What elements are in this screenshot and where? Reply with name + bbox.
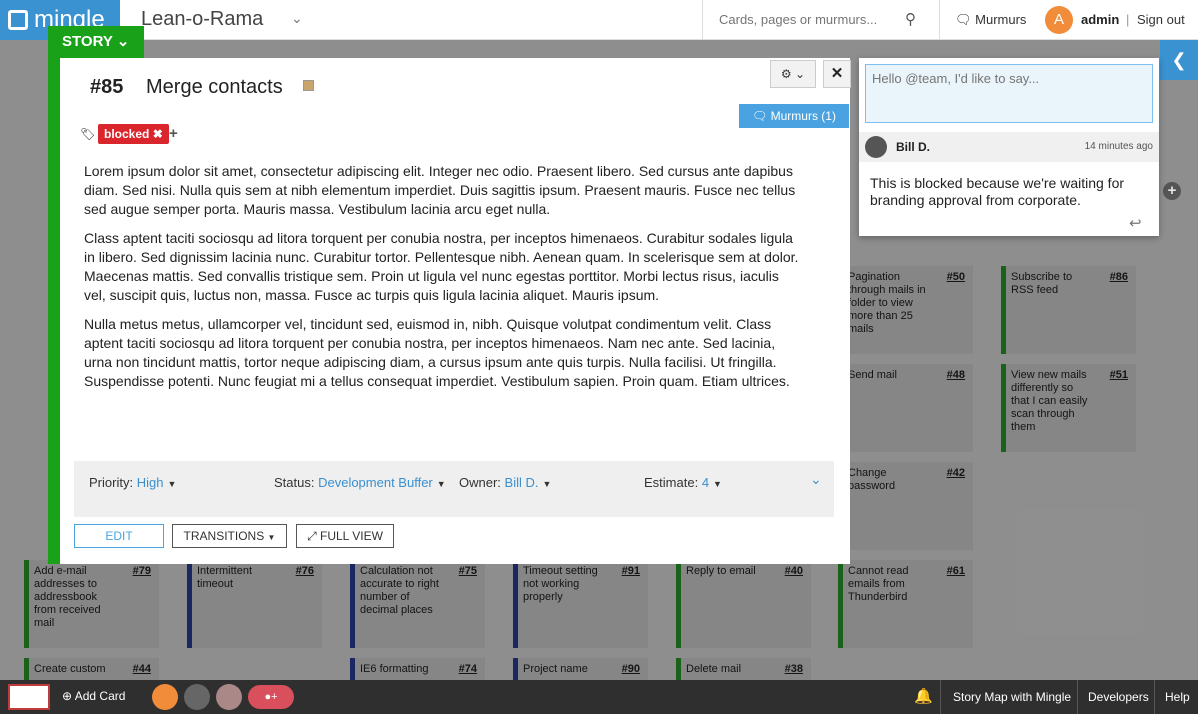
estimate-value[interactable]: 4 xyxy=(702,475,709,490)
avatar[interactable]: A xyxy=(1045,6,1073,34)
add-column-icon[interactable]: + xyxy=(1163,182,1181,200)
team-button-label: + xyxy=(271,691,278,703)
help-link[interactable]: Help xyxy=(1154,680,1198,714)
status-label: Status: xyxy=(274,475,315,490)
avatar[interactable] xyxy=(152,684,178,710)
caret-down-icon[interactable]: ▼ xyxy=(542,479,551,489)
murmurs-link[interactable]: 🗨 Murmurs xyxy=(955,12,1026,28)
chevron-down-icon: ⌄ xyxy=(116,33,130,50)
close-button[interactable]: ✕ xyxy=(823,60,851,88)
murmurs-label: Murmurs xyxy=(975,12,1027,27)
story-popup: #85 Merge contacts ⚙ ⌄ ✕ 🗨 Murmurs (1) 🏷… xyxy=(48,58,851,564)
add-card-label: Add Card xyxy=(74,689,126,703)
priority-value[interactable]: High xyxy=(137,475,164,490)
project-name[interactable]: Lean-o-Rama xyxy=(141,8,263,31)
murmur-header: Bill D. 14 minutes ago xyxy=(859,132,1159,162)
estimate-label: Estimate: xyxy=(644,475,699,490)
caret-down-icon[interactable]: ▼ xyxy=(167,479,176,489)
full-view-label: FULL VIEW xyxy=(320,529,383,543)
chevron-left-icon[interactable]: ❮ xyxy=(1160,40,1198,80)
chevron-down-icon: ⌄ xyxy=(795,67,806,81)
plus-circle-icon: ⊕ xyxy=(62,689,73,703)
status-property[interactable]: Status: Development Buffer ▼ xyxy=(274,475,446,490)
avatar xyxy=(865,136,887,158)
description-paragraph: Nulla metus metus, ullamcorper vel, tinc… xyxy=(84,316,790,389)
separator: | xyxy=(1126,12,1130,27)
expand-icon[interactable]: ⌄ xyxy=(810,471,822,488)
caret-down-icon: ▼ xyxy=(267,533,276,542)
image-icon xyxy=(303,80,314,91)
owner-value[interactable]: Bill D. xyxy=(505,475,539,490)
murmur-input[interactable] xyxy=(865,64,1153,123)
murmur-time: 14 minutes ago xyxy=(1084,141,1153,152)
avatar[interactable] xyxy=(216,684,242,710)
story-map-link[interactable]: Story Map with Mingle xyxy=(940,680,1083,714)
tag-badge[interactable]: blocked ✖ xyxy=(98,124,169,144)
logo-icon xyxy=(8,10,28,30)
properties-panel: Priority: High ▼ Status: Development Buff… xyxy=(74,461,834,517)
card-type-dropdown[interactable]: STORY ⌄ xyxy=(48,26,144,58)
priority-label: Priority: xyxy=(89,475,134,490)
card-description: Lorem ipsum dolor sit amet, consectetur … xyxy=(84,162,804,401)
bottom-bar: ⊕ Add Card ●+ 🔔 Story Map with Mingle De… xyxy=(0,680,1198,714)
search-box: ⚲ xyxy=(702,0,940,40)
card-color-swatch[interactable] xyxy=(8,684,50,710)
murmur-author: Bill D. xyxy=(896,140,931,154)
status-value[interactable]: Development Buffer xyxy=(318,475,433,490)
username[interactable]: admin xyxy=(1081,12,1119,27)
top-bar: mingle Lean-o-Rama ⌄ ⚲ 🗨 Murmurs A admin… xyxy=(0,0,1198,40)
bell-icon[interactable]: 🔔 xyxy=(914,687,933,705)
chevron-down-icon[interactable]: ⌄ xyxy=(291,10,303,27)
murmur-text: This is blocked because we're waiting fo… xyxy=(870,175,1125,208)
tag-icon: 🏷 xyxy=(80,127,96,141)
reply-icon[interactable]: ↩ xyxy=(1129,214,1142,232)
edit-button[interactable]: EDIT xyxy=(74,524,164,548)
caret-down-icon[interactable]: ▼ xyxy=(713,479,722,489)
developers-link[interactable]: Developers xyxy=(1077,680,1159,714)
remove-tag-icon[interactable]: ✖ xyxy=(153,127,163,141)
murmur-panel: Bill D. 14 minutes ago This is blocked b… xyxy=(859,58,1159,236)
full-view-button[interactable]: ⤢ FULL VIEW xyxy=(296,524,394,548)
expand-arrows-icon: ⤢ xyxy=(307,529,317,543)
search-icon[interactable]: ⚲ xyxy=(905,10,916,28)
add-team-member-button[interactable]: ●+ xyxy=(248,685,294,709)
add-tag-icon[interactable]: + xyxy=(169,125,178,142)
card-type-label: STORY xyxy=(62,33,113,50)
murmurs-button[interactable]: 🗨 Murmurs (1) xyxy=(739,104,849,128)
gear-icon: ⚙ xyxy=(780,67,792,81)
owner-property[interactable]: Owner: Bill D. ▼ xyxy=(459,475,551,490)
priority-property[interactable]: Priority: High ▼ xyxy=(89,475,176,490)
transitions-button[interactable]: TRANSITIONS ▼ xyxy=(172,524,287,548)
chat-icon: 🗨 xyxy=(752,109,768,123)
gear-menu-button[interactable]: ⚙ ⌄ xyxy=(770,60,816,88)
estimate-property[interactable]: Estimate: 4 ▼ xyxy=(644,475,722,490)
close-icon: ✕ xyxy=(830,65,844,82)
owner-label: Owner: xyxy=(459,475,501,490)
add-card-button[interactable]: ⊕ Add Card xyxy=(62,689,125,703)
tag-label: blocked xyxy=(104,127,150,141)
description-paragraph: Class aptent taciti sociosqu ad litora t… xyxy=(84,230,799,303)
description-paragraph: Lorem ipsum dolor sit amet, consectetur … xyxy=(84,163,796,217)
chat-icon: 🗨 xyxy=(955,12,972,27)
avatar[interactable] xyxy=(184,684,210,710)
caret-down-icon[interactable]: ▼ xyxy=(437,479,446,489)
transitions-label: TRANSITIONS xyxy=(183,529,265,543)
murmurs-count: Murmurs (1) xyxy=(770,109,836,123)
card-title[interactable]: Merge contacts xyxy=(146,76,283,99)
card-number: #85 xyxy=(90,76,124,98)
search-input[interactable] xyxy=(719,12,899,27)
signout-link[interactable]: Sign out xyxy=(1137,12,1185,27)
